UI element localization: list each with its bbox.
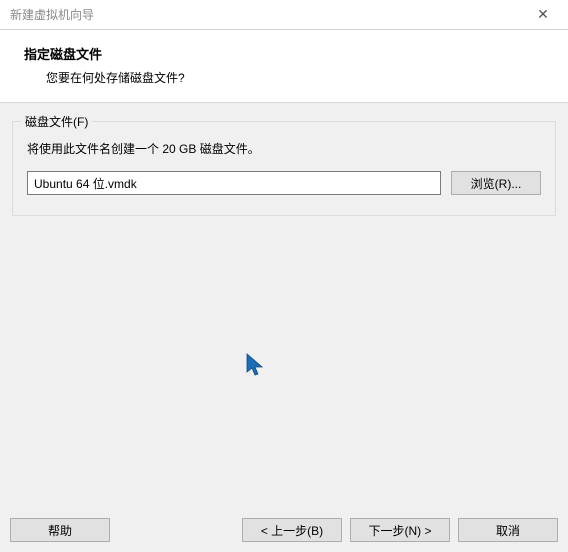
disk-description: 将使用此文件名创建一个 20 GB 磁盘文件。 — [27, 140, 541, 157]
titlebar: 新建虚拟机向导 ✕ — [0, 0, 568, 30]
page-title: 指定磁盘文件 — [24, 44, 544, 63]
close-icon[interactable]: ✕ — [528, 6, 558, 23]
disk-filename-input[interactable] — [27, 171, 441, 195]
page-subtitle: 您要在何处存储磁盘文件? — [24, 69, 544, 86]
cursor-icon — [246, 353, 266, 379]
disk-file-group: 磁盘文件(F) 将使用此文件名创建一个 20 GB 磁盘文件。 浏览(R)... — [12, 121, 556, 216]
window-title: 新建虚拟机向导 — [10, 6, 94, 23]
cancel-button[interactable]: 取消 — [458, 518, 558, 542]
back-button[interactable]: < 上一步(B) — [242, 518, 342, 542]
help-button[interactable]: 帮助 — [10, 518, 110, 542]
browse-button[interactable]: 浏览(R)... — [451, 171, 541, 195]
wizard-header: 指定磁盘文件 您要在何处存储磁盘文件? — [0, 30, 568, 103]
group-title: 磁盘文件(F) — [21, 113, 92, 130]
file-row: 浏览(R)... — [27, 171, 541, 195]
content-area: 磁盘文件(F) 将使用此文件名创建一个 20 GB 磁盘文件。 浏览(R)... — [0, 103, 568, 216]
wizard-footer: 帮助 < 上一步(B) 下一步(N) > 取消 — [0, 508, 568, 552]
next-button[interactable]: 下一步(N) > — [350, 518, 450, 542]
